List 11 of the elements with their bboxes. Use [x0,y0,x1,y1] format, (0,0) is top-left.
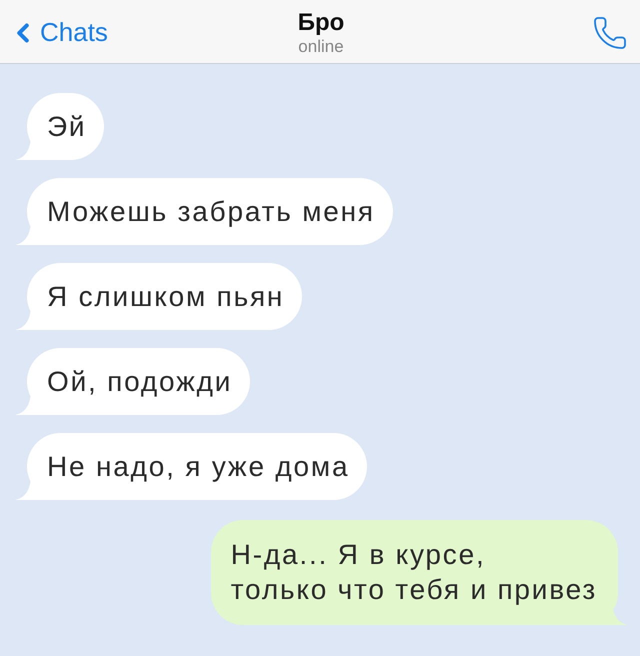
incoming-message: Не надо, я уже дома [15,433,368,500]
phone-icon [592,14,628,50]
back-button[interactable]: Chats [14,17,108,48]
incoming-message: Я слишком пьян [15,263,302,330]
incoming-message: Ой, подожди [15,348,250,415]
incoming-message: Эй [15,93,104,160]
call-button[interactable] [592,14,628,50]
contact-name: Бро [298,8,344,36]
incoming-message: Можешь забрать меня [15,178,393,245]
contact-status: online [298,36,344,56]
outgoing-message: Н-да... Я в курсе, только что тебя и привез [210,520,628,625]
